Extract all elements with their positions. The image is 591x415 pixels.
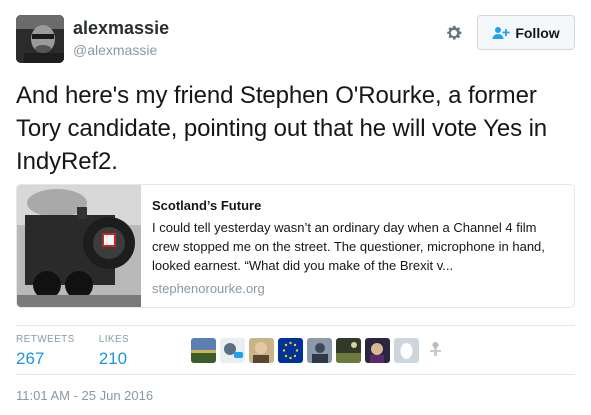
card-title: Scotland’s Future (152, 198, 262, 213)
likes-stat[interactable]: LIKES 210 (99, 333, 129, 371)
card-description: I could tell yesterday wasn’t an ordinar… (152, 220, 545, 273)
card-thumbnail (17, 185, 141, 307)
liker-avatars (191, 338, 448, 363)
avatar[interactable] (16, 15, 64, 63)
card-domain: stephenorourke.org (152, 281, 265, 296)
retweets-stat[interactable]: RETWEETS 267 (16, 333, 75, 371)
timestamp[interactable]: 11:01 AM - 25 Jun 2016 (16, 388, 153, 403)
follow-button[interactable]: Follow (477, 15, 575, 50)
retweets-label: RETWEETS (16, 334, 75, 345)
username[interactable]: @alexmassie (73, 42, 157, 58)
liker-avatar[interactable] (307, 338, 332, 363)
retweets-count: 267 (16, 349, 45, 368)
likes-label: LIKES (98, 334, 130, 345)
add-user-icon (492, 26, 510, 40)
gear-icon[interactable] (443, 22, 465, 44)
liker-avatar[interactable] (336, 338, 361, 363)
divider (16, 374, 575, 375)
display-name[interactable]: alexmassie (73, 18, 169, 39)
liker-avatar[interactable] (365, 338, 390, 363)
liker-avatar[interactable] (278, 338, 303, 363)
liker-avatar[interactable] (220, 338, 245, 363)
tweet-text: And here's my friend Stephen O'Rourke, a… (16, 82, 548, 175)
liker-avatar[interactable] (249, 338, 274, 363)
liker-avatar[interactable] (394, 338, 419, 363)
liker-avatar[interactable] (191, 338, 216, 363)
likes-count: 210 (98, 349, 128, 368)
follow-label: Follow (515, 24, 560, 41)
liker-avatar[interactable] (423, 338, 448, 363)
link-card[interactable]: Scotland’s Future I could tell yesterday… (16, 184, 575, 308)
divider (16, 325, 575, 326)
